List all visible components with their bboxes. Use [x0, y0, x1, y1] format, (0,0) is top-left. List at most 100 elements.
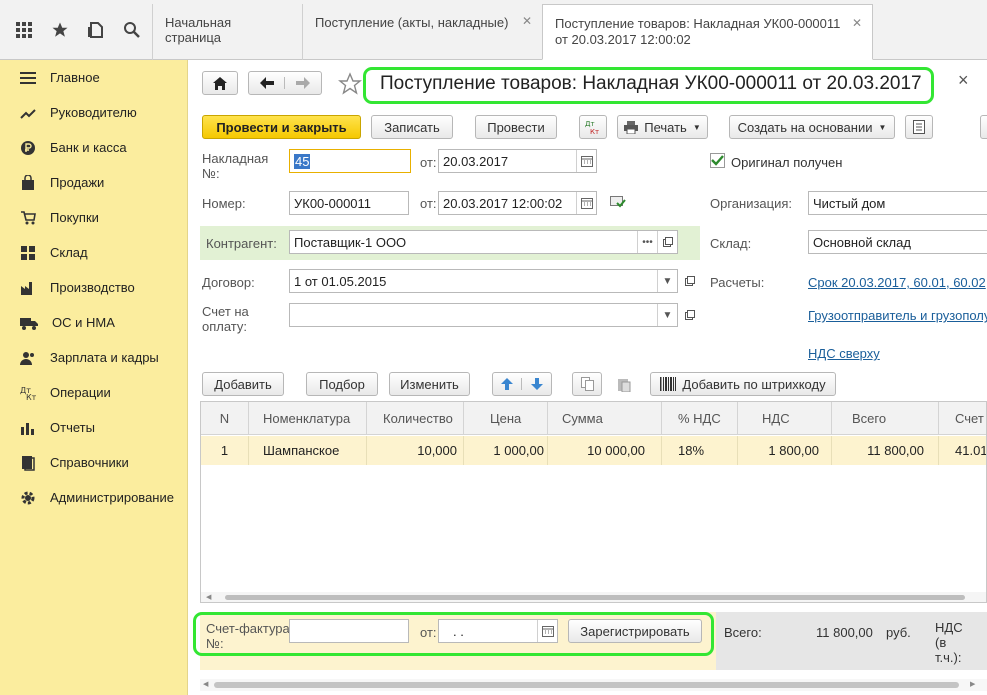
chevron-down-icon[interactable]: ▼	[657, 270, 677, 292]
cell-item: Шампанское	[249, 436, 367, 465]
apps-grid-icon[interactable]	[8, 14, 40, 46]
warehouse-input[interactable]: Основной склад	[808, 230, 987, 254]
total-currency: руб.	[886, 625, 911, 640]
report-button[interactable]	[905, 115, 933, 139]
organization-input[interactable]: Чистый дом	[808, 191, 987, 215]
sidebar-item-operations[interactable]: Дт Кт Операции	[0, 375, 188, 410]
search-icon[interactable]	[116, 14, 148, 46]
star-favorites-icon[interactable]	[44, 14, 76, 46]
tab-home[interactable]: Начальная страница	[152, 4, 302, 60]
column-header[interactable]: % НДС	[662, 402, 738, 435]
more-button[interactable]	[980, 115, 987, 139]
sidebar-item-production[interactable]: Производство	[0, 270, 188, 305]
sidebar-item-main[interactable]: Главное	[0, 60, 188, 95]
open-contract-icon[interactable]	[680, 269, 700, 293]
column-header[interactable]: Всего	[832, 402, 939, 435]
sidebar-item-salary[interactable]: Зарплата и кадры	[0, 340, 188, 375]
sidebar-item-admin[interactable]: Администрирование	[0, 480, 188, 515]
bill-input[interactable]: ▼	[289, 303, 678, 327]
move-up-icon[interactable]	[493, 378, 523, 390]
number-date-label: от:	[420, 196, 437, 211]
column-header[interactable]: Количество	[367, 402, 464, 435]
column-header[interactable]: Сумма	[548, 402, 662, 435]
back-button[interactable]	[249, 77, 285, 89]
add-row-button[interactable]: Добавить	[202, 372, 284, 396]
sidebar-item-label: Операции	[50, 385, 111, 400]
column-header[interactable]: Цена	[464, 402, 548, 435]
table-scrollbar[interactable]: ◀	[201, 592, 986, 602]
invoice-no-input[interactable]: 45	[289, 149, 411, 173]
post-button[interactable]: Провести	[475, 115, 557, 139]
column-header[interactable]: Номенклатура	[249, 402, 367, 435]
cell-price: 1 000,00	[464, 436, 548, 465]
close-icon[interactable]: ✕	[852, 15, 862, 31]
settlements-link[interactable]: Срок 20.03.2017, 60.01, 60.02	[808, 275, 987, 290]
invoice-date-input[interactable]: 20.03.2017	[438, 149, 597, 173]
dt-kt-button[interactable]: Дт Кт	[579, 115, 607, 139]
close-icon[interactable]: ✕	[522, 14, 532, 28]
sidebar-item-manager[interactable]: Руководителю	[0, 95, 188, 130]
change-button[interactable]: Изменить	[389, 372, 470, 396]
post-and-close-button[interactable]: Провести и закрыть	[202, 115, 361, 139]
column-header[interactable]: N	[201, 402, 249, 435]
sidebar-item-catalogs[interactable]: Справочники	[0, 445, 188, 480]
counterparty-input[interactable]: Поставщик-1 ООО •••	[289, 230, 678, 254]
invoice-footer-date-input[interactable]: . .	[438, 619, 558, 643]
shipper-link[interactable]: Грузоотправитель и грузополучатель	[808, 308, 987, 323]
page-scrollbar[interactable]: ◀ ▶	[200, 679, 987, 691]
contract-input[interactable]: 1 от 01.05.2015 ▼	[289, 269, 678, 293]
home-icon	[213, 76, 227, 90]
select-button[interactable]: Подбор	[306, 372, 378, 396]
sidebar-item-label: Склад	[50, 245, 88, 260]
print-button[interactable]: Печать ▼	[617, 115, 708, 139]
vat-link[interactable]: НДС сверху	[808, 346, 880, 361]
open-bill-icon[interactable]	[680, 303, 700, 327]
sidebar-item-purchases[interactable]: Покупки	[0, 200, 188, 235]
sidebar-item-reports[interactable]: Отчеты	[0, 410, 188, 445]
cell-number: 1	[201, 436, 249, 465]
vat-total-label: НДС (в т.ч.):	[935, 620, 963, 665]
sidebar-item-sales[interactable]: Продажи	[0, 165, 188, 200]
tab-document[interactable]: Поступление товаров: Накладная УК00-0000…	[542, 4, 873, 60]
scroll-right-icon[interactable]: ▶	[970, 681, 975, 688]
scrollbar-thumb[interactable]	[214, 682, 959, 688]
counterparty-label: Контрагент:	[206, 236, 277, 251]
calendar-icon[interactable]	[576, 192, 596, 214]
dt-kt-icon: ДтКт	[585, 120, 599, 136]
forward-button[interactable]	[285, 77, 321, 89]
favorite-star-icon[interactable]	[338, 72, 362, 99]
tab-document-label-date: от 20.03.2017 12:00:02	[555, 32, 691, 47]
column-header[interactable]: Счет	[939, 402, 986, 435]
home-button[interactable]	[202, 71, 238, 95]
paste-button[interactable]	[609, 372, 639, 396]
sidebar-item-warehouse[interactable]: Склад	[0, 235, 188, 270]
scroll-left-icon[interactable]: ◀	[206, 594, 211, 601]
tab-receipts-list[interactable]: Поступление (акты, накладные) ✕	[302, 4, 542, 60]
dropdown-dots-icon[interactable]: •••	[637, 231, 657, 253]
add-by-barcode-button[interactable]: Добавить по штрихкоду	[650, 372, 836, 396]
column-header[interactable]: НДС	[738, 402, 832, 435]
create-based-on-button[interactable]: Создать на основании ▼	[729, 115, 895, 139]
chevron-down-icon[interactable]: ▼	[657, 304, 677, 326]
move-down-icon[interactable]	[522, 378, 551, 390]
sidebar-item-bank[interactable]: Банк и касса	[0, 130, 188, 165]
close-form-icon[interactable]: ×	[958, 70, 969, 91]
sidebar-item-assets[interactable]: ОС и НМА	[0, 305, 188, 340]
original-received-checkbox[interactable]	[710, 153, 725, 168]
calendar-icon[interactable]	[537, 620, 557, 642]
scroll-left-icon[interactable]: ◀	[203, 681, 208, 688]
number-datetime-input[interactable]: 20.03.2017 12:00:02	[438, 191, 597, 215]
copy-button[interactable]	[572, 372, 602, 396]
cell-sum: 10 000,00	[548, 436, 662, 465]
number-input[interactable]: УК00-000011	[289, 191, 409, 215]
invoice-footer-input[interactable]	[289, 619, 409, 643]
register-button[interactable]: Зарегистрировать	[568, 619, 702, 643]
open-icon[interactable]	[657, 231, 677, 253]
invoice-footer-date-value: . .	[453, 624, 464, 639]
sidebar-item-label: Главное	[50, 70, 100, 85]
history-icon[interactable]	[80, 14, 112, 46]
scrollbar-thumb[interactable]	[225, 595, 965, 600]
save-button[interactable]: Записать	[371, 115, 453, 139]
number-datetime-value: 20.03.2017 12:00:02	[443, 196, 563, 211]
calendar-icon[interactable]	[576, 150, 596, 172]
